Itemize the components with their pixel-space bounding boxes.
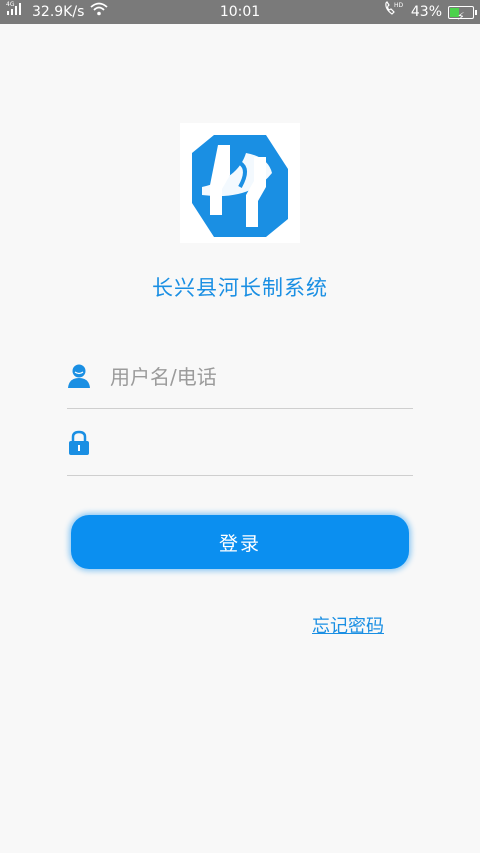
battery-icon: ⚡ <box>448 5 477 23</box>
logo-icon <box>192 135 288 237</box>
charging-icon: ⚡ <box>457 9 465 23</box>
hd-call-icon: HD <box>383 0 405 24</box>
username-field <box>67 353 413 409</box>
password-input[interactable] <box>110 428 410 460</box>
forgot-password-link[interactable]: 忘记密码 <box>312 612 384 638</box>
battery-percent: 43% <box>410 4 442 20</box>
app-logo <box>180 123 300 243</box>
user-icon <box>67 363 91 389</box>
username-input[interactable] <box>110 361 410 393</box>
login-button[interactable]: 登录 <box>71 515 409 569</box>
status-right: HD 43% ⚡ <box>383 0 477 24</box>
svg-text:HD: HD <box>394 2 404 9</box>
status-bar: 4G 32.9K/s 10:01 HD 43% ⚡ <box>0 0 480 24</box>
password-field <box>67 420 413 476</box>
app-title: 长兴县河长制系统 <box>152 276 328 300</box>
lock-icon <box>67 430 91 456</box>
